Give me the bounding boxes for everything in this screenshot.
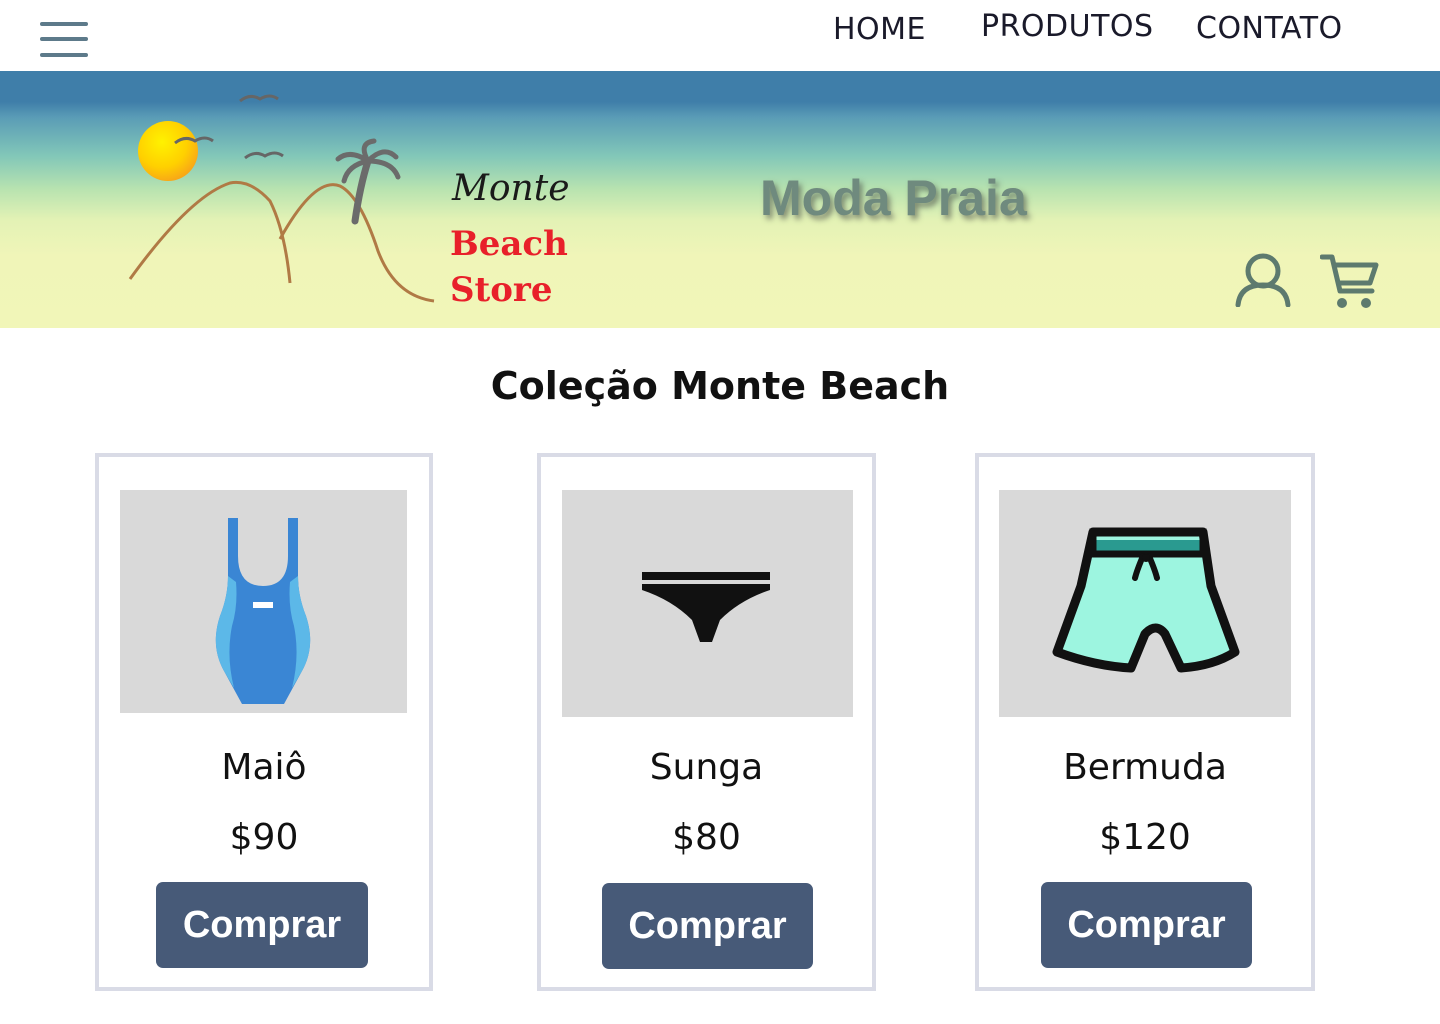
buy-button-bermuda[interactable]: Comprar	[1041, 882, 1252, 968]
product-price: $90	[229, 817, 299, 858]
logo-text-monte: Monte	[452, 168, 570, 209]
product-name: Sunga	[649, 747, 764, 788]
product-image	[120, 490, 407, 713]
banner-tagline: Moda Praia	[760, 170, 1027, 226]
product-image	[562, 490, 853, 717]
nav-link-contato[interactable]: CONTATO	[1196, 11, 1343, 46]
product-price: $120	[1099, 817, 1191, 858]
buy-button-sunga[interactable]: Comprar	[602, 883, 813, 969]
nav-link-produtos[interactable]: PRODUTOS	[981, 9, 1154, 44]
product-card-sunga: Sunga $80 Comprar	[537, 453, 876, 991]
board-shorts-icon	[1052, 527, 1240, 673]
product-card-bermuda: Bermuda $120 Comprar	[975, 453, 1315, 991]
product-image	[999, 490, 1291, 717]
shopping-cart-icon[interactable]	[1320, 251, 1380, 311]
swimsuit-icon	[215, 518, 311, 704]
hero-banner: Monte Beach Store Moda Praia	[0, 71, 1440, 328]
product-card-maio: Maiô $90 Comprar	[95, 453, 433, 991]
collection-title: Coleção Monte Beach	[490, 364, 950, 408]
logo-text-store: Store	[450, 270, 553, 310]
product-name: Maiô	[221, 747, 307, 788]
hamburger-menu-icon[interactable]	[40, 22, 88, 60]
top-navbar: HOME PRODUTOS CONTATO	[0, 0, 1440, 71]
logo-text-beach: Beach	[450, 224, 568, 264]
nav-link-home[interactable]: HOME	[833, 12, 926, 47]
beach-landscape-logo-icon	[128, 94, 435, 303]
swim-briefs-icon	[642, 572, 770, 642]
user-icon[interactable]	[1234, 251, 1292, 307]
buy-button-maio[interactable]: Comprar	[156, 882, 368, 968]
product-name: Bermuda	[1063, 747, 1227, 788]
product-price: $80	[672, 817, 741, 858]
